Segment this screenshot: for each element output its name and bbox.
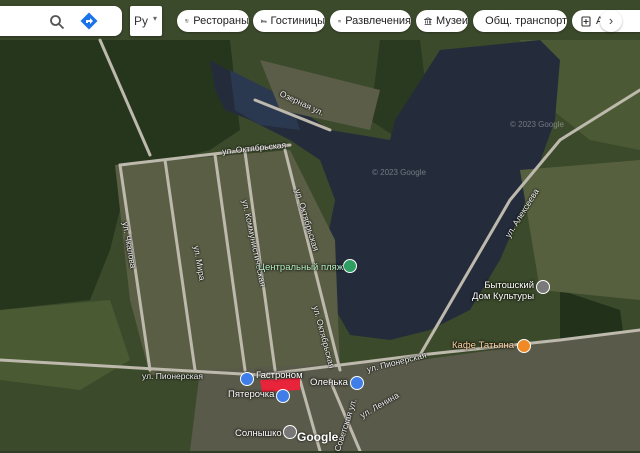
pharmacy-icon	[580, 15, 592, 27]
chip-label: Общ. транспорт	[485, 15, 567, 27]
poi-culture-house[interactable]: Бытошский Дом Культуры	[472, 280, 534, 302]
cafe-pin[interactable]	[517, 339, 531, 353]
layers-select[interactable]: Ру ▾	[130, 6, 162, 36]
poi-central-beach[interactable]: Центральный пляж	[258, 262, 343, 273]
museum-pin[interactable]	[536, 280, 550, 294]
copyright-watermark: © 2023 Google	[510, 120, 564, 129]
chevron-down-icon: ▾	[153, 14, 157, 23]
chip-hotels[interactable]: Гостиницы	[253, 10, 325, 32]
place-pin[interactable]	[283, 425, 297, 439]
chevron-right-icon[interactable]: ›	[600, 10, 622, 32]
poi-gastronom[interactable]: Гастроном	[256, 370, 303, 381]
fork-knife-icon	[185, 15, 189, 27]
directions-icon[interactable]	[79, 11, 99, 31]
top-bar: Ру ▾ Рестораны Гостиницы Развлечения Муз…	[0, 0, 640, 44]
copyright-watermark: © 2023 Google	[372, 168, 426, 177]
chip-label: Музеи	[436, 15, 468, 27]
chip-label: Рестораны	[193, 15, 249, 27]
shop-pin[interactable]	[350, 376, 364, 390]
search-icon[interactable]	[49, 14, 65, 30]
poi-cafe-tatyana[interactable]: Кафе Татьяна	[452, 340, 514, 351]
bed-icon	[261, 15, 267, 27]
poi-olenka[interactable]: Оленька	[310, 377, 348, 388]
poi-pyaterochka[interactable]: Пятерочка	[228, 389, 274, 400]
shop-pin[interactable]	[240, 372, 254, 386]
chip-label: Гостиницы	[271, 15, 325, 27]
chip-museums[interactable]: Музеи	[416, 10, 468, 32]
chip-label: Развлечения	[345, 15, 411, 27]
street-label: ул. Пионерская	[142, 371, 203, 381]
poi-solnyshko[interactable]: Солнышко	[235, 428, 282, 439]
museum-icon	[424, 15, 432, 27]
chip-restaurants[interactable]: Рестораны	[177, 10, 249, 32]
chip-public-transport[interactable]: Общ. транспорт	[473, 10, 567, 32]
beach-pin[interactable]	[343, 259, 357, 273]
google-logo: Google	[297, 430, 338, 444]
camera-icon	[338, 15, 341, 27]
layers-label: Ру	[134, 14, 148, 28]
chip-entertainment[interactable]: Развлечения	[330, 10, 411, 32]
shop-pin[interactable]	[276, 389, 290, 403]
search-box[interactable]	[0, 6, 122, 36]
